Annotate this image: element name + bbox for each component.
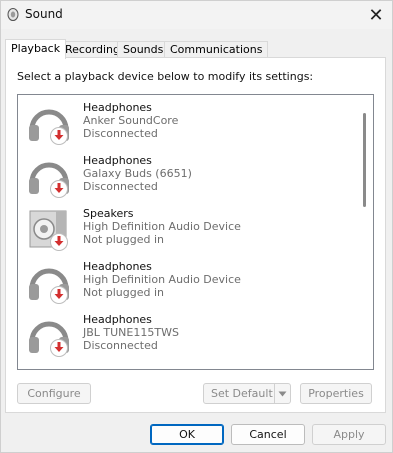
headphones-icon — [29, 268, 69, 304]
device-item[interactable]: Headphones JBL TUNE115TWS Disconnected — [18, 307, 356, 360]
set-default-button[interactable]: Set Default — [203, 383, 291, 404]
device-description: JBL TUNE115TWS — [83, 326, 179, 339]
device-name: Headphones — [83, 154, 152, 167]
device-name: Headphones — [83, 260, 152, 273]
red-down-arrow-icon — [50, 233, 68, 251]
tab-strip: Playback Recording Sounds Communications — [5, 39, 386, 59]
device-status: Disconnected — [83, 180, 158, 193]
close-button[interactable]: ✕ — [360, 1, 392, 29]
title-bar: Sound ✕ — [1, 1, 392, 29]
configure-button[interactable]: Configure — [17, 383, 91, 404]
device-name: Headphones — [83, 313, 152, 326]
device-item[interactable]: Headphones High Definition Audio Device … — [18, 254, 356, 307]
device-description: High Definition Audio Device — [83, 220, 241, 233]
apply-button[interactable]: Apply — [312, 424, 386, 445]
device-list[interactable]: Headphones Anker SoundCore Disconnected … — [17, 94, 374, 370]
device-description: Galaxy Buds (6651) — [83, 167, 192, 180]
device-name: Headphones — [83, 101, 152, 114]
headphones-icon — [26, 366, 72, 370]
device-description: High Definition Audio Device — [83, 273, 241, 286]
close-icon: ✕ — [368, 4, 384, 26]
red-down-arrow-icon — [50, 127, 68, 145]
properties-button[interactable]: Properties — [300, 383, 372, 404]
sound-dialog: Sound ✕ Playback Recording Sounds Commun… — [0, 0, 393, 453]
red-down-arrow-icon — [50, 339, 68, 357]
device-status: Disconnected — [83, 127, 158, 140]
tab-communications[interactable]: Communications — [164, 41, 269, 58]
cancel-button[interactable]: Cancel — [231, 424, 305, 445]
device-item[interactable]: Speakers High Definition Audio Device No… — [18, 201, 356, 254]
red-down-arrow-icon — [50, 286, 68, 304]
tab-playback[interactable]: Playback — [5, 39, 67, 59]
speaker-icon — [29, 210, 68, 251]
device-item[interactable]: Headphones Galaxy Buds (6651) Disconnect… — [18, 148, 356, 201]
speaker-icon — [7, 8, 19, 21]
playback-panel: Select a playback device below to modify… — [5, 57, 386, 413]
headphones-icon — [29, 162, 69, 198]
device-name: Speakers — [83, 207, 134, 220]
device-status: Disconnected — [83, 339, 158, 352]
headphones-icon — [29, 109, 69, 145]
device-status: Not plugged in — [83, 286, 165, 299]
instructions-text: Select a playback device below to modify… — [17, 70, 314, 83]
device-item[interactable] — [18, 360, 356, 370]
window-title: Sound — [25, 7, 63, 21]
chevron-down-icon[interactable] — [274, 384, 290, 403]
tab-sounds[interactable]: Sounds — [117, 41, 170, 58]
red-down-arrow-icon — [50, 180, 68, 198]
scrollbar-thumb[interactable] — [363, 113, 366, 207]
device-list-scrollbar[interactable] — [357, 95, 373, 369]
tab-recording[interactable]: Recording — [59, 41, 127, 58]
device-item[interactable]: Headphones Anker SoundCore Disconnected — [18, 95, 356, 148]
device-description: Anker SoundCore — [83, 114, 179, 127]
ok-button[interactable]: OK — [150, 424, 224, 445]
headphones-icon — [29, 321, 69, 357]
set-default-label: Set Default — [211, 387, 273, 400]
device-status: Not plugged in — [83, 233, 165, 246]
